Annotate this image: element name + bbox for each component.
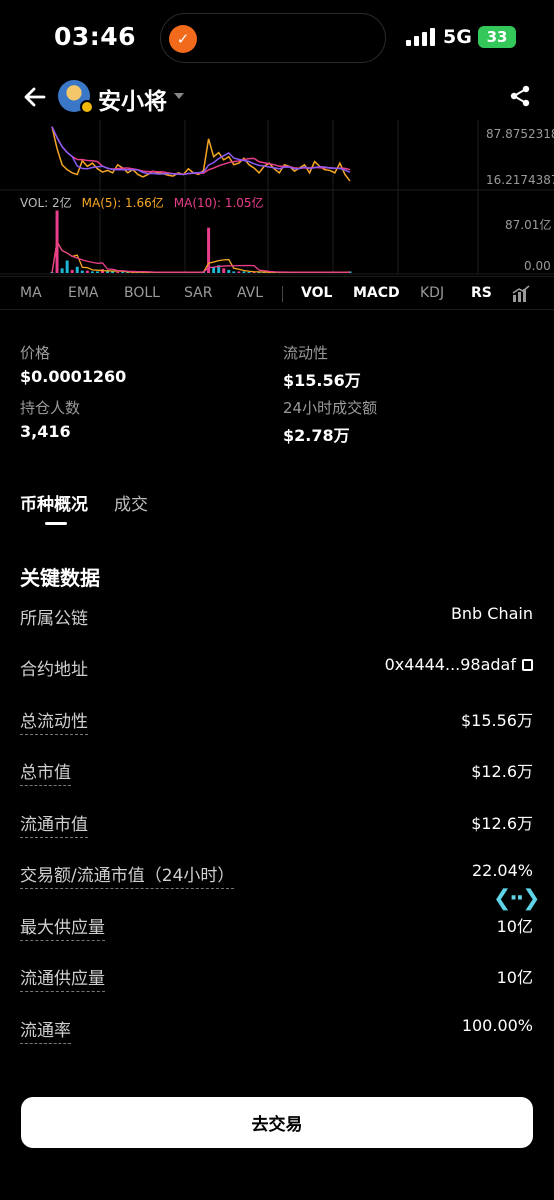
volume-bar	[121, 272, 125, 273]
vol-legend-value: VOL: 2亿	[20, 196, 72, 210]
volume-bar	[237, 271, 241, 273]
row-label[interactable]: 流通市值	[20, 810, 88, 838]
price-label: 价格	[20, 344, 51, 362]
indicator-macd[interactable]: MACD	[353, 285, 400, 301]
row-value: 100.00%	[461, 1016, 533, 1035]
indicator-kdj[interactable]: KDJ	[420, 285, 444, 301]
row-label: 所属公链	[20, 609, 88, 629]
row-value: 22.04%	[471, 861, 533, 880]
volume-bar	[222, 268, 226, 273]
volume-bar	[95, 271, 99, 273]
row-circulation-rate: 流通率 100.00%	[0, 1013, 554, 1044]
tab-active-indicator	[45, 522, 67, 525]
chain-badge-icon	[80, 100, 94, 114]
row-label[interactable]: 流通供应量	[20, 964, 105, 992]
status-time: 03:46	[54, 22, 137, 51]
row-chain: 所属公链 Bnb Chain	[0, 601, 554, 631]
volume-bar	[227, 269, 231, 273]
row-max-supply: 最大供应量 10亿	[0, 910, 554, 941]
liquidity-label: 流动性	[283, 344, 329, 362]
dynamic-island: ✓	[160, 13, 386, 63]
indicator-boll[interactable]: BOLL	[124, 285, 160, 301]
volume-24h-value: $2.78万	[283, 426, 350, 445]
row-turnover-ratio: 交易额/流通市值（24小时） 22.04%	[0, 858, 554, 889]
row-circulating-supply: 流通供应量 10亿	[0, 961, 554, 992]
tab-overview[interactable]: 币种概况	[20, 490, 88, 515]
live-activity-app-icon: ✓	[169, 25, 197, 53]
tab-trades[interactable]: 成交	[114, 490, 148, 515]
volume-bar	[70, 269, 74, 273]
volume-legend: VOL: 2亿 MA(5): 1.66亿 MA(10): 1.05亿	[20, 194, 264, 211]
volume-axis-min: 0.00	[524, 259, 551, 273]
volume-ma10-line	[51, 239, 351, 273]
row-value: 10亿	[496, 968, 533, 987]
chevron-down-icon[interactable]	[174, 93, 184, 99]
status-bar: 03:46 ✓ 5G 33	[0, 0, 554, 76]
row-value: $12.6万	[471, 762, 533, 781]
row-value: 0x4444...98adaf	[384, 655, 516, 674]
volume-bar	[111, 271, 115, 273]
row-label: 合约地址	[20, 660, 88, 680]
volume-bar	[90, 271, 94, 273]
volume-ma5-line	[51, 239, 351, 273]
trade-button[interactable]: 去交易	[21, 1097, 533, 1148]
contract-address-value[interactable]: 0x4444...98adaf	[385, 655, 533, 674]
key-data-title: 关键数据	[20, 566, 100, 590]
floating-assistant-icon[interactable]: ❮··❯	[493, 886, 545, 912]
indicator-ema[interactable]: EMA	[68, 285, 99, 301]
share-icon[interactable]	[508, 84, 532, 108]
token-avatar	[58, 80, 94, 114]
row-label[interactable]: 总市值	[20, 758, 71, 786]
row-label[interactable]: 流通率	[20, 1016, 71, 1044]
row-market-cap: 总市值 $12.6万	[0, 755, 554, 786]
price-axis-high: 87.8752318	[486, 127, 554, 141]
cellular-signal-icon	[406, 28, 436, 46]
volume-bar	[85, 270, 89, 273]
row-total-liquidity: 总流动性 $15.56万	[0, 704, 554, 735]
token-name[interactable]: 安小将	[98, 82, 167, 116]
indicator-sar[interactable]: SAR	[184, 285, 212, 301]
token-header: 安小将	[0, 76, 554, 120]
liquidity-value: $15.56万	[283, 371, 361, 390]
holders-value: 3,416	[20, 422, 71, 441]
copy-icon[interactable]	[522, 659, 533, 671]
row-value: 10亿	[496, 917, 533, 936]
row-value: $15.56万	[461, 711, 533, 730]
volume-axis-max: 87.01亿	[505, 218, 552, 232]
indicator-bar: MA EMA BOLL SAR AVL VOL MACD KDJ RS	[0, 276, 554, 310]
price-axis-low: 16.2174387	[486, 173, 554, 187]
back-arrow-icon[interactable]	[20, 82, 50, 112]
row-label[interactable]: 最大供应量	[20, 913, 105, 941]
chart-settings-icon[interactable]	[512, 285, 530, 303]
indicator-ma[interactable]: MA	[20, 285, 42, 301]
row-label[interactable]: 交易额/流通市值（24小时）	[20, 861, 235, 889]
network-type: 5G	[443, 26, 472, 48]
volume-bar	[247, 272, 251, 273]
volume-bar	[232, 271, 236, 273]
row-contract-address: 合约地址 0x4444...98adaf	[0, 652, 554, 682]
indicator-avl[interactable]: AVL	[237, 285, 263, 301]
ma5-legend: MA(5): 1.66亿	[81, 196, 164, 210]
volume-bar	[106, 271, 110, 273]
volume-bar	[80, 270, 84, 273]
row-label[interactable]: 总流动性	[20, 707, 88, 735]
row-circulating-cap: 流通市值 $12.6万	[0, 807, 554, 838]
row-value: Bnb Chain	[450, 604, 533, 623]
indicator-divider	[282, 286, 283, 302]
holders-label: 持仓人数	[20, 399, 81, 417]
volume-bar	[242, 271, 246, 273]
volume-bar	[65, 260, 69, 273]
price-value: $0.0001260	[20, 367, 127, 386]
volume-bar	[75, 266, 79, 273]
volume-bar	[116, 272, 120, 273]
indicator-rs[interactable]: RS	[471, 285, 492, 301]
indicator-vol[interactable]: VOL	[301, 285, 332, 301]
battery-icon: 33	[478, 26, 516, 48]
row-value: $12.6万	[471, 814, 533, 833]
ma10-legend: MA(10): 1.05亿	[173, 196, 264, 210]
price-ma5-line	[51, 126, 351, 176]
volume-bar	[60, 268, 64, 273]
volume-24h-label: 24小时成交额	[283, 399, 378, 417]
